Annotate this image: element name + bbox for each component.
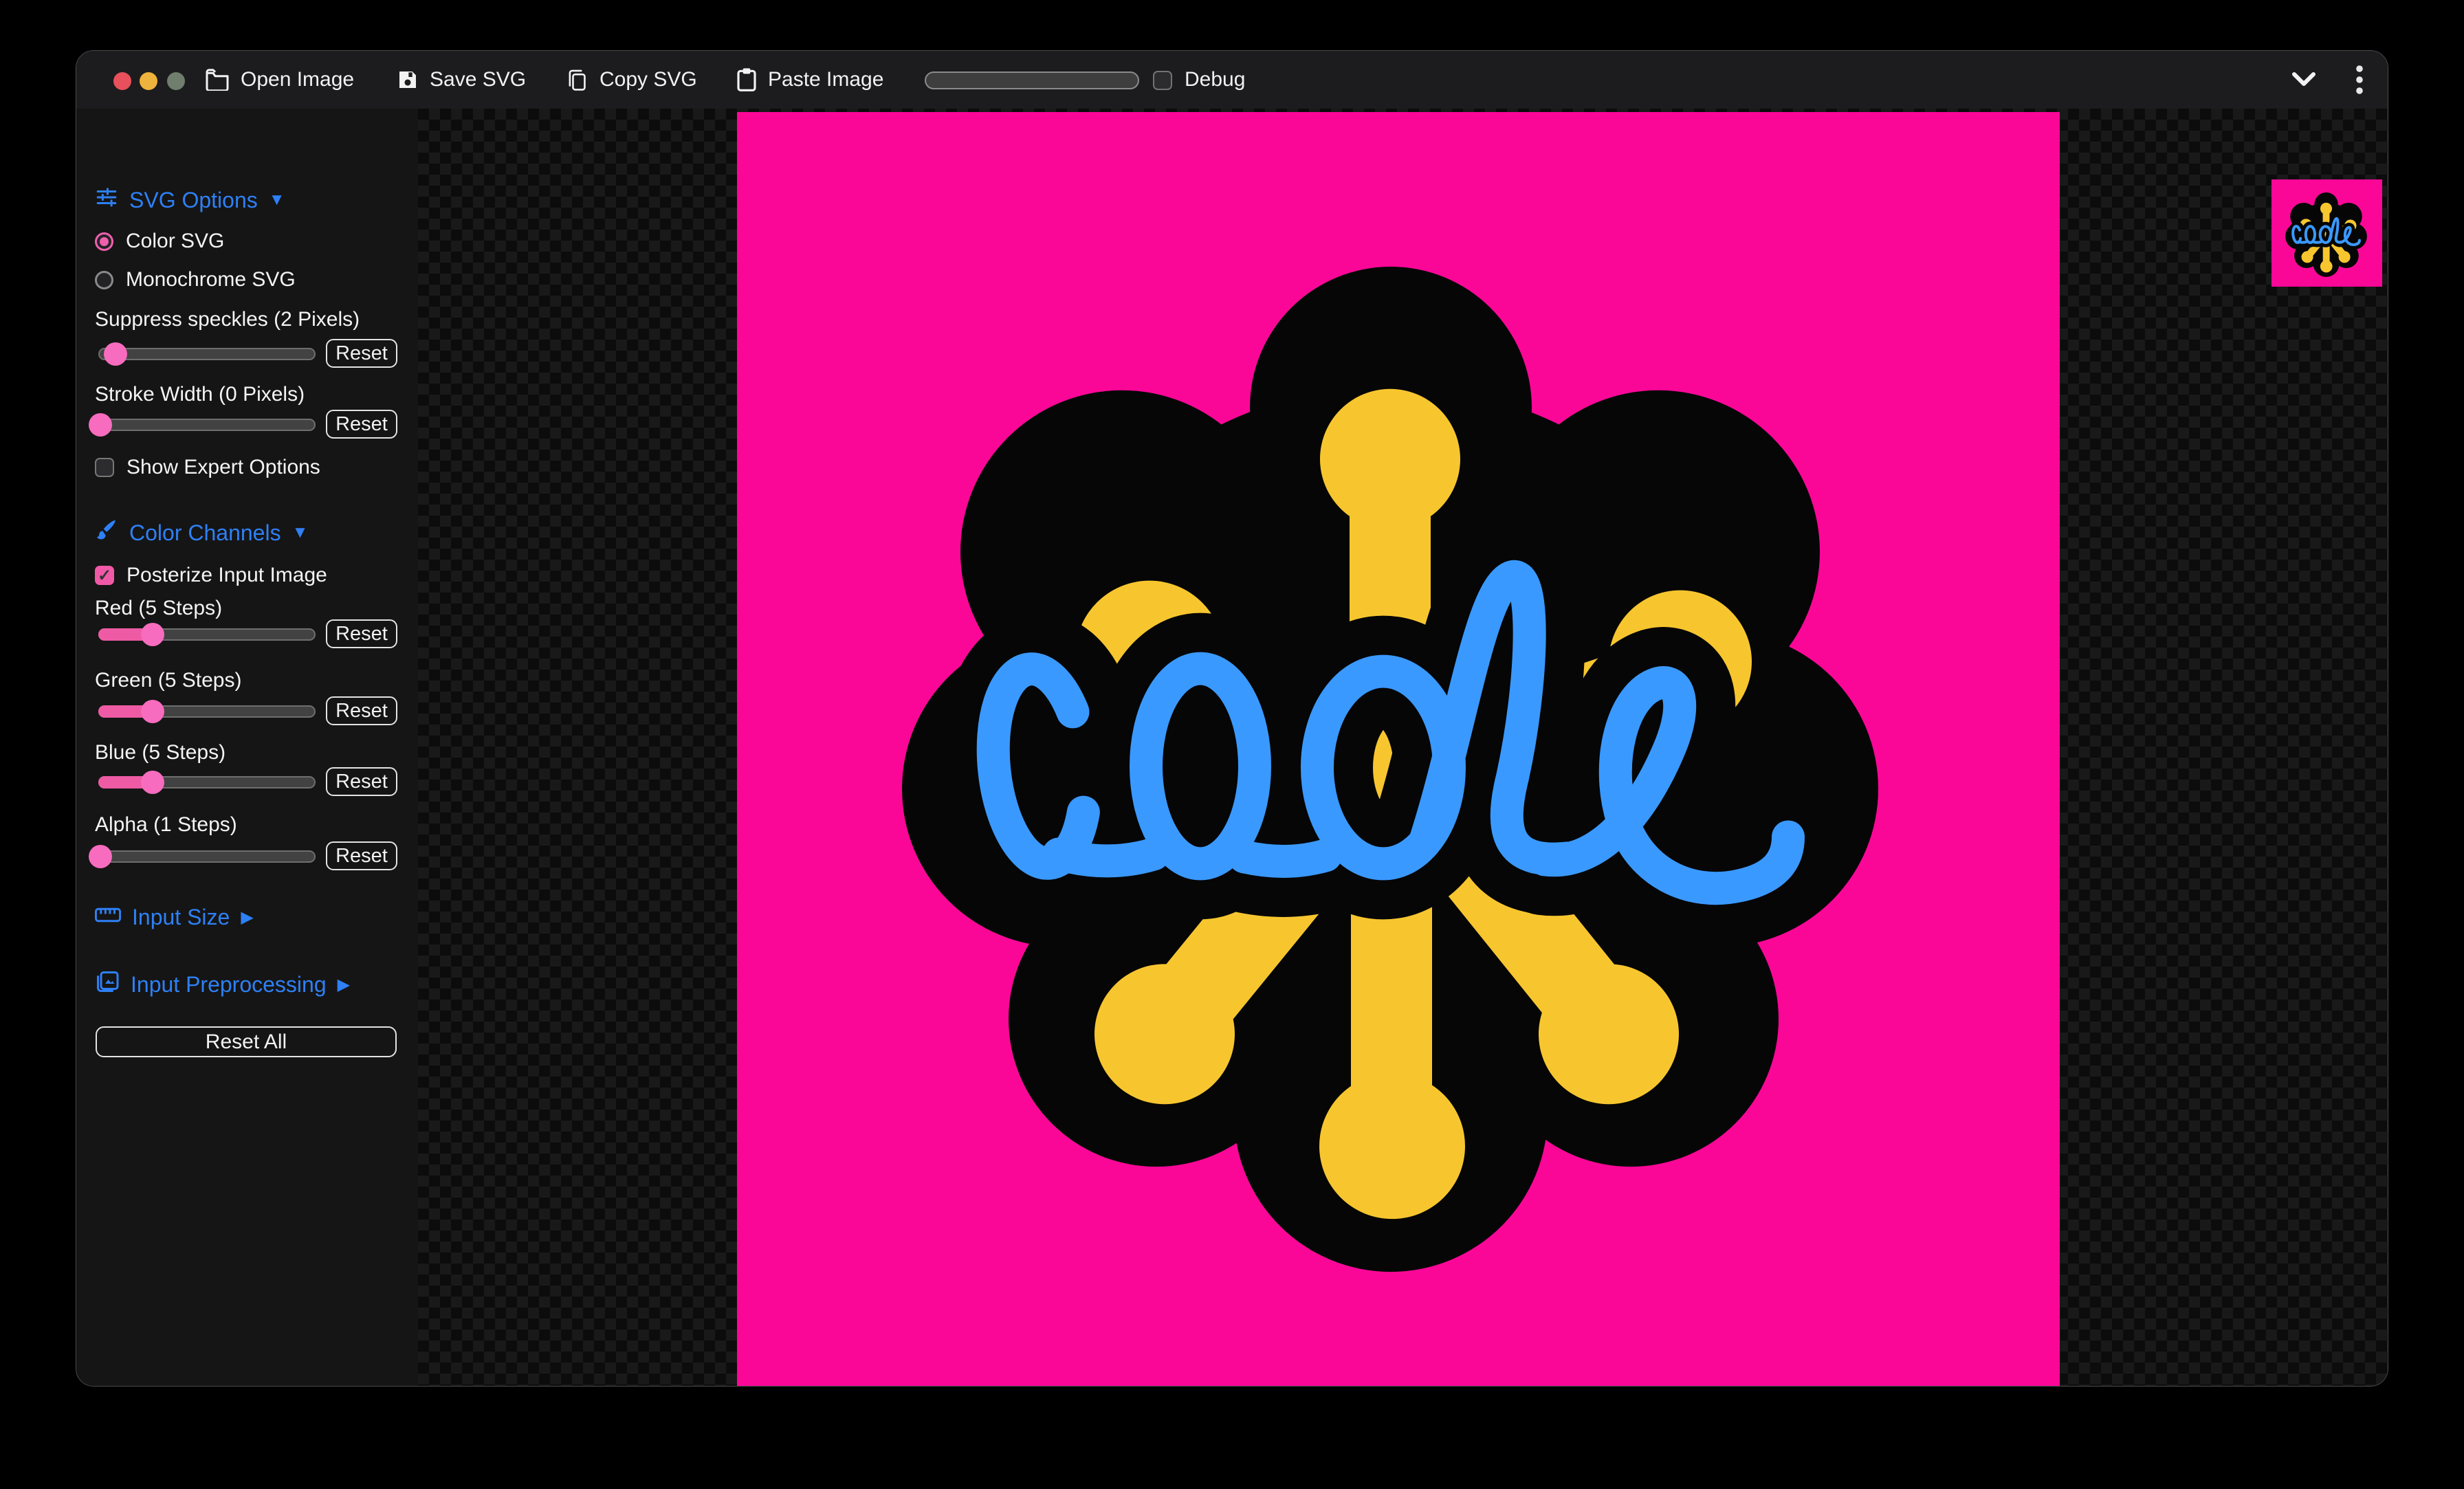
suppress-speckles-slider-row: Reset [95, 339, 399, 369]
save-svg-button[interactable]: Save SVG [397, 51, 526, 109]
zoom-window-button[interactable] [167, 72, 185, 90]
debug-label: Debug [1185, 68, 1246, 91]
alpha-reset-button[interactable]: Reset [326, 841, 397, 870]
green-slider-thumb[interactable] [141, 700, 164, 723]
kebab-menu-icon[interactable] [2349, 65, 2370, 95]
red-slider-thumb[interactable] [141, 623, 164, 646]
tune-sliders-icon [95, 186, 118, 214]
color-channels-section-header[interactable]: Color Channels ▼ [95, 518, 308, 547]
red-reset-button[interactable]: Reset [326, 619, 397, 648]
posterize-checkbox[interactable]: ✓ [95, 566, 114, 585]
posterize-row[interactable]: ✓ Posterize Input Image [95, 564, 327, 587]
suppress-speckles-reset-button[interactable]: Reset [326, 339, 397, 368]
monochrome-svg-radio-row[interactable]: Monochrome SVG [95, 268, 296, 291]
toolbar-progress-slider[interactable] [925, 71, 1139, 89]
show-expert-options-checkbox[interactable]: ✓ [95, 458, 114, 477]
input-image-thumbnail[interactable] [2272, 179, 2382, 287]
alpha-steps-label: Alpha (1 Steps) [95, 813, 237, 836]
blue-reset-button[interactable]: Reset [326, 767, 397, 796]
input-preprocessing-title: Input Preprocessing [131, 971, 327, 997]
stroke-width-label: Stroke Width (0 Pixels) [95, 383, 305, 406]
input-size-section-header[interactable]: Input Size ▶ [95, 905, 254, 930]
input-preprocessing-section-header[interactable]: Input Preprocessing ▶ [95, 969, 350, 1000]
svg-options-section-header[interactable]: SVG Options ▼ [95, 186, 285, 214]
chevron-down-icon[interactable] [2287, 66, 2320, 93]
expand-indicator: ▶ [241, 908, 254, 927]
ruler-icon [95, 905, 121, 930]
minimize-window-button[interactable] [140, 72, 157, 90]
show-expert-options-row[interactable]: ✓ Show Expert Options [95, 456, 320, 479]
green-slider-row: Reset [95, 696, 399, 727]
color-svg-label: Color SVG [126, 230, 225, 252]
color-svg-radio-row[interactable]: Color SVG [95, 230, 224, 253]
photos-stack-icon [95, 969, 120, 1000]
red-steps-label: Red (5 Steps) [95, 597, 223, 619]
copy-icon [566, 68, 588, 91]
open-image-button[interactable]: Open Image [205, 51, 354, 109]
green-steps-label: Green (5 Steps) [95, 669, 242, 692]
color-svg-radio[interactable] [95, 232, 113, 251]
stroke-width-slider[interactable] [98, 419, 316, 431]
suppress-speckles-label: Suppress speckles (2 Pixels) [95, 308, 360, 331]
stroke-width-reset-button[interactable]: Reset [326, 410, 397, 439]
reset-all-button[interactable]: Reset All [96, 1026, 397, 1057]
collapse-indicator: ▼ [292, 523, 309, 542]
monochrome-svg-radio[interactable] [95, 270, 113, 289]
green-reset-button[interactable]: Reset [326, 696, 397, 725]
blue-slider-row: Reset [95, 767, 399, 797]
alpha-slider-row: Reset [89, 841, 399, 872]
settings-sidebar: SVG Options ▼ Color SVG Monochrome SVG S… [76, 109, 418, 1386]
toolbar: Open Image Save SVG Copy SVG Paste Image… [76, 51, 2388, 109]
alpha-slider-thumb[interactable] [89, 845, 113, 868]
close-window-button[interactable] [113, 72, 131, 90]
show-expert-options-label: Show Expert Options [126, 456, 320, 478]
traced-svg-preview [737, 112, 2060, 1387]
input-size-title: Input Size [132, 905, 230, 929]
app-window: Open Image Save SVG Copy SVG Paste Image… [76, 50, 2388, 1387]
debug-checkbox[interactable] [1153, 71, 1172, 90]
clipboard-icon [736, 67, 757, 92]
copy-svg-label: Copy SVG [600, 68, 697, 91]
expand-indicator: ▶ [337, 975, 351, 994]
stroke-width-slider-row: Reset [89, 410, 399, 440]
open-image-label: Open Image [241, 68, 355, 91]
color-channels-title: Color Channels [129, 520, 281, 545]
paste-image-label: Paste Image [768, 68, 884, 91]
blue-slider-thumb[interactable] [141, 771, 164, 794]
canvas-viewport [418, 109, 2388, 1387]
blue-steps-label: Blue (5 Steps) [95, 741, 226, 764]
red-slider-row: Reset [95, 619, 399, 650]
posterize-label: Posterize Input Image [126, 564, 327, 586]
suppress-speckles-slider[interactable] [98, 348, 316, 360]
paste-image-button[interactable]: Paste Image [736, 51, 883, 109]
svg-options-title: SVG Options [129, 187, 258, 212]
folder-icon [205, 69, 230, 91]
collapse-indicator: ▼ [268, 190, 285, 209]
stroke-width-slider-thumb[interactable] [89, 413, 113, 437]
copy-svg-button[interactable]: Copy SVG [566, 51, 697, 109]
paintbrush-icon [95, 518, 118, 547]
alpha-slider[interactable] [98, 850, 316, 863]
save-icon [397, 69, 419, 91]
monochrome-svg-label: Monochrome SVG [126, 268, 296, 291]
save-svg-label: Save SVG [430, 68, 527, 91]
suppress-speckles-slider-thumb[interactable] [104, 342, 128, 366]
